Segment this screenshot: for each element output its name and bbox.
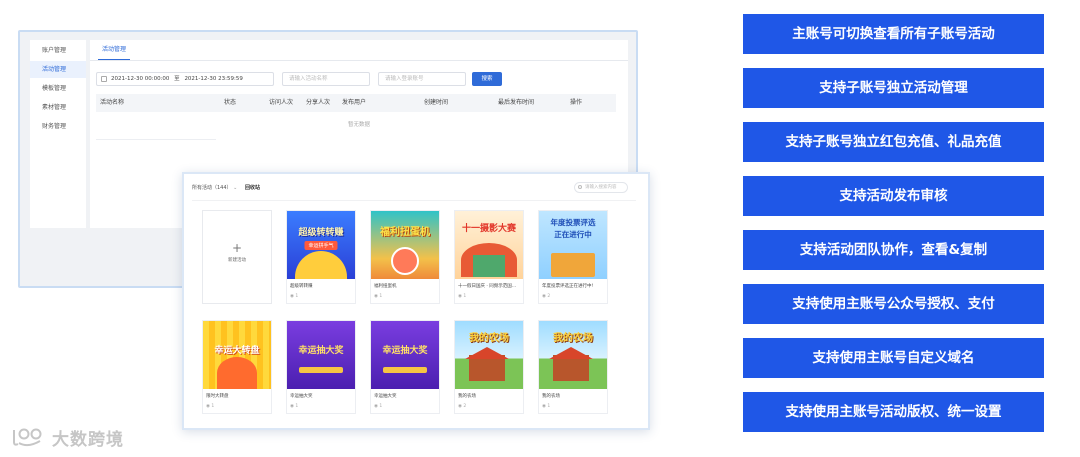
activity-poster: 我的农场 xyxy=(455,321,523,389)
activity-card[interactable]: 幸运大转盘 限时大转盘 ◉ 1 xyxy=(202,320,272,414)
admin-sidebar: 账户管理 活动管理 模板管理 素材管理 财务管理 xyxy=(30,40,86,228)
poster-title: 幸运抽大奖 xyxy=(382,346,428,356)
watermark: 大数跨境 xyxy=(10,423,124,451)
date-end: 2021-12-30 23:59:59 xyxy=(184,76,243,82)
poster-title: 幸运大转盘 xyxy=(214,346,260,356)
activity-card[interactable]: 年度投票评选 正在进行中 年度投票评选正在进行中! ◉ 2 xyxy=(538,210,608,304)
feature-publish-review: 支持活动发布审核 xyxy=(743,176,1044,216)
activity-poster: 幸运大转盘 xyxy=(203,321,271,389)
activity-poster: 福利扭蛋机 xyxy=(371,211,439,279)
table-header: 活动名称 状态 访问人次 分享人次 发布用户 创建时间 最后发布时间 操作 xyxy=(96,94,616,112)
search-button[interactable]: 搜索 xyxy=(472,72,502,86)
col-actions: 操作 xyxy=(570,99,583,106)
feature-sub-account-management: 支持子账号独立活动管理 xyxy=(743,68,1044,108)
header-divider xyxy=(192,200,636,201)
chevron-down-icon[interactable]: ⌄ xyxy=(233,185,237,191)
view-count: ◉ 2 xyxy=(542,294,551,299)
new-activity-card[interactable]: + 新建活动 xyxy=(202,210,272,304)
empty-state-text: 暂无数据 xyxy=(347,122,370,128)
activity-name: 幸运抽大奖 xyxy=(290,394,313,399)
poster-title: 超级转转赚 xyxy=(298,228,344,238)
activity-name: 年度投票评选正在进行中! xyxy=(542,284,594,289)
sidebar-item-template[interactable]: 模板管理 xyxy=(30,80,86,97)
feature-team-collaboration: 支持活动团队协作，查看&复制 xyxy=(743,230,1044,270)
watermark-text: 大数跨境 xyxy=(52,429,124,450)
activity-card[interactable]: 幸运抽大奖 幸运抽大奖 ◉ 1 xyxy=(370,320,440,414)
activity-name: 幸运抽大奖 xyxy=(374,394,397,399)
watermark-logo-icon xyxy=(10,426,46,448)
view-count: ◉ 1 xyxy=(542,404,551,409)
activity-card[interactable]: 我的农场 我的农场 ◉ 2 xyxy=(454,320,524,414)
feature-sub-account-recharge: 支持子账号独立红包充值、礼品充值 xyxy=(743,122,1044,162)
col-last-published: 最后发布时间 xyxy=(498,99,535,106)
poster-title: 幸运抽大奖 xyxy=(298,346,344,356)
feature-switch-sub-accounts: 主账号可切换查看所有子账号活动 xyxy=(743,14,1044,54)
date-start: 2021-12-30 00:00:00 xyxy=(111,76,170,82)
activity-search-input[interactable]: 请输入搜索内容 xyxy=(574,182,628,193)
sidebar-item-activity[interactable]: 活动管理 xyxy=(30,61,86,78)
calendar-icon xyxy=(101,76,107,82)
poster-title: 我的农场 xyxy=(469,333,509,344)
col-created-time: 创建时间 xyxy=(424,99,449,106)
activity-name: 我的农场 xyxy=(542,394,560,399)
activity-poster: 我的农场 xyxy=(539,321,607,389)
view-count: ◉ 1 xyxy=(206,404,215,409)
activity-name-input[interactable]: 请输入活动名称 xyxy=(282,72,370,86)
row-divider xyxy=(96,139,216,140)
poster-title: 年度投票评选 xyxy=(550,218,596,227)
col-activity-name: 活动名称 xyxy=(100,99,125,106)
activity-card[interactable]: 福利扭蛋机 福利扭蛋机 ◉ 1 xyxy=(370,210,440,304)
search-placeholder: 请输入搜索内容 xyxy=(585,185,617,190)
activity-filter-bar: 所有活动（144） ⌄ 回收站 xyxy=(192,184,260,191)
feature-custom-domain: 支持使用主账号自定义域名 xyxy=(743,338,1044,378)
activity-card[interactable]: 幸运抽大奖 幸运抽大奖 ◉ 1 xyxy=(286,320,356,414)
feature-official-account-auth: 支持使用主账号公众号授权、支付 xyxy=(743,284,1044,324)
tab-divider xyxy=(90,60,628,61)
view-count: ◉ 1 xyxy=(290,404,299,409)
sidebar-item-material[interactable]: 素材管理 xyxy=(30,99,86,116)
activity-name: 十一假日国庆 · 同频示范国... xyxy=(458,284,517,289)
activity-name: 福利扭蛋机 xyxy=(374,284,397,289)
all-activities-filter[interactable]: 所有活动（144） xyxy=(192,185,232,191)
poster-subtitle: 正在进行中 xyxy=(554,230,592,239)
poster-subtitle: 幸运拼手气 xyxy=(304,241,338,250)
activity-card[interactable]: 十一摄影大赛 十一假日国庆 · 同频示范国... ◉ 1 xyxy=(454,210,524,304)
search-icon xyxy=(578,185,582,189)
view-count: ◉ 1 xyxy=(374,404,383,409)
plus-icon: + xyxy=(231,241,243,255)
view-count: ◉ 2 xyxy=(458,404,467,409)
activity-poster: 幸运抽大奖 xyxy=(287,321,355,389)
recycle-bin-link[interactable]: 回收站 xyxy=(245,185,260,191)
view-count: ◉ 1 xyxy=(290,294,299,299)
activity-card[interactable]: 超级转转赚 幸运拼手气 超级转转赚 ◉ 1 xyxy=(286,210,356,304)
sidebar-item-finance[interactable]: 财务管理 xyxy=(30,118,86,135)
col-status: 状态 xyxy=(224,99,237,106)
col-visits: 访问人次 xyxy=(269,99,294,106)
date-range-picker[interactable]: 2021-12-30 00:00:00 至 2021-12-30 23:59:5… xyxy=(96,72,274,86)
new-activity-label: 新建活动 xyxy=(228,258,246,263)
tab-activity-management[interactable]: 活动管理 xyxy=(98,40,131,60)
col-publisher: 发布用户 xyxy=(342,99,367,106)
poster-title: 福利扭蛋机 xyxy=(380,227,430,238)
activity-poster: 年度投票评选 正在进行中 xyxy=(539,211,607,279)
activity-poster: 超级转转赚 幸运拼手气 xyxy=(287,211,355,279)
activity-poster: 十一摄影大赛 xyxy=(455,211,523,279)
poster-title: 十一摄影大赛 xyxy=(461,224,516,234)
account-input[interactable]: 请输入登录账号 xyxy=(378,72,466,86)
sidebar-item-account[interactable]: 账户管理 xyxy=(30,42,86,59)
view-count: ◉ 1 xyxy=(458,294,467,299)
activities-window: 所有活动（144） ⌄ 回收站 请输入搜索内容 + 新建活动 超级转转赚 幸运拼… xyxy=(182,172,650,430)
activity-name: 超级转转赚 xyxy=(290,284,313,289)
poster-title: 我的农场 xyxy=(553,333,593,344)
feature-copyright-settings: 支持使用主账号活动版权、统一设置 xyxy=(743,392,1044,432)
view-count: ◉ 1 xyxy=(374,294,383,299)
col-shares: 分享人次 xyxy=(306,99,331,106)
activity-card[interactable]: 我的农场 我的农场 ◉ 1 xyxy=(538,320,608,414)
date-separator: 至 xyxy=(174,76,180,82)
activity-name: 我的农场 xyxy=(458,394,476,399)
activity-name: 限时大转盘 xyxy=(206,394,229,399)
activity-poster: 幸运抽大奖 xyxy=(371,321,439,389)
